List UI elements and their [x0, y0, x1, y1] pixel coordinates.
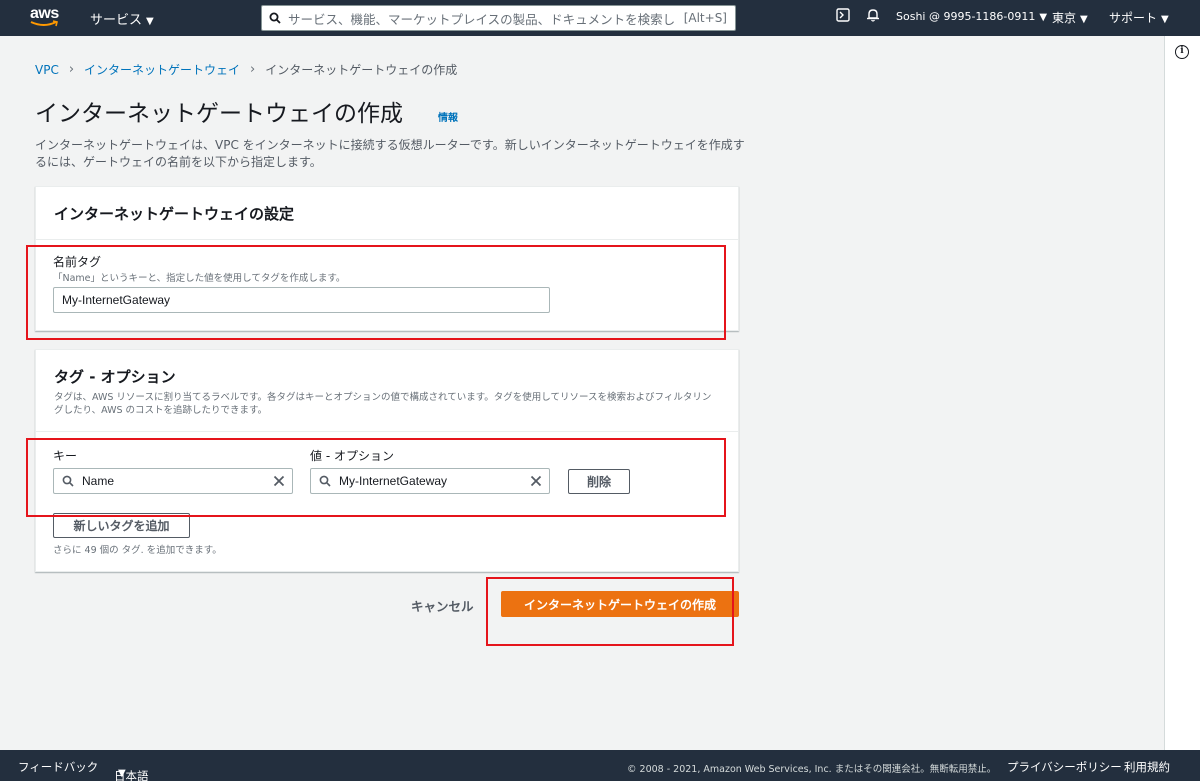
tags-panel: タグ - オプション タグは、AWS リソースに割り当てるラベルです。各タグはキ…	[35, 349, 739, 572]
search-icon	[311, 475, 339, 487]
name-tag-hint: 「Name」というキーと、指定した値を使用してタグを作成します。	[53, 273, 346, 284]
caret-down-icon: ▼	[1161, 14, 1169, 25]
chevron-right-icon: ›	[250, 62, 256, 77]
page-description: インターネットゲートウェイは、VPC をインターネットに接続する仮想ルーターです…	[35, 138, 745, 169]
account-menu[interactable]: Soshi @ 9995-1186-0911 ▼	[896, 10, 1047, 23]
help-panel-rail: i	[1164, 36, 1200, 750]
region-label: 東京	[1052, 11, 1077, 25]
breadcrumb: VPC › インターネットゲートウェイ › インターネットゲートウェイの作成	[35, 61, 457, 78]
search-placeholder: サービス、機能、マーケットプレイスの製品、ドキュメントを検索し	[288, 11, 676, 27]
aws-logo[interactable]: aws	[30, 5, 64, 31]
breadcrumb-internet-gateways[interactable]: インターネットゲートウェイ	[84, 61, 240, 78]
name-tag-label: 名前タグ	[53, 255, 102, 269]
remaining-tags-note: さらに 49 個の タグ. を追加できます。	[53, 545, 222, 556]
tag-key-input[interactable]: Name	[53, 468, 293, 494]
feedback-link[interactable]: フィードバック	[18, 759, 98, 775]
search-icon	[54, 475, 82, 487]
clear-icon[interactable]	[523, 475, 549, 487]
caret-down-icon: ▼	[146, 16, 154, 27]
panel-title: タグ - オプション	[54, 368, 176, 386]
privacy-policy-link[interactable]: プライバシーポリシー	[1007, 759, 1122, 775]
terms-link[interactable]: 利用規約	[1124, 759, 1170, 775]
breadcrumb-current: インターネットゲートウェイの作成	[265, 63, 458, 77]
footer-bar: フィードバック 日本語 ▼ © 2008 - 2021, Amazon Web S…	[0, 750, 1200, 781]
remove-tag-button[interactable]: 削除	[568, 469, 630, 494]
create-gateway-button[interactable]: インターネットゲートウェイの作成	[501, 591, 739, 617]
tag-key-value: Name	[82, 474, 115, 488]
caret-down-icon: ▼	[118, 768, 126, 779]
panel-title: インターネットゲートウェイの設定	[54, 205, 295, 223]
tag-value-input[interactable]: My-InternetGateway	[310, 468, 550, 494]
caret-down-icon: ▼	[1080, 14, 1088, 25]
tag-value-value: My-InternetGateway	[339, 474, 448, 488]
support-label: サポート	[1109, 11, 1158, 25]
services-label: サービス	[90, 13, 143, 28]
top-navigation-bar: aws サービス ▼ サービス、機能、マーケットプレイスの製品、ドキュメントを検索…	[0, 0, 1200, 36]
region-menu[interactable]: 東京 ▼	[1052, 9, 1088, 26]
info-link[interactable]: 情報	[438, 109, 458, 124]
caret-down-icon: ▼	[1039, 12, 1048, 23]
aws-smile-icon	[30, 20, 58, 27]
services-menu[interactable]: サービス ▼	[90, 9, 154, 28]
info-icon[interactable]: i	[1175, 45, 1189, 59]
breadcrumb-vpc[interactable]: VPC	[35, 63, 59, 77]
cloudshell-icon[interactable]	[836, 8, 850, 25]
support-menu[interactable]: サポート ▼	[1109, 9, 1169, 26]
search-shortcut: [Alt+S]	[683, 11, 727, 25]
gateway-settings-panel: インターネットゲートウェイの設定 名前タグ 「Name」というキーと、指定した値…	[35, 186, 739, 331]
search-icon	[262, 12, 288, 24]
cancel-button[interactable]: キャンセル	[411, 596, 474, 615]
clear-icon[interactable]	[266, 475, 292, 487]
panel-header: タグ - オプション タグは、AWS リソースに割り当てるラベルです。各タグはキ…	[36, 350, 738, 432]
tag-key-label: キー	[53, 449, 78, 463]
copyright-text: © 2008 - 2021, Amazon Web Services, Inc.…	[627, 764, 997, 775]
page-title: インターネットゲートウェイの作成	[35, 101, 403, 127]
notifications-bell-icon[interactable]	[866, 8, 880, 25]
account-label: Soshi @ 9995-1186-0911	[896, 10, 1036, 23]
add-tag-button[interactable]: 新しいタグを追加	[53, 513, 190, 538]
panel-header: インターネットゲートウェイの設定	[36, 187, 738, 240]
name-tag-input[interactable]: My-InternetGateway	[53, 287, 550, 313]
global-search[interactable]: サービス、機能、マーケットプレイスの製品、ドキュメントを検索し [Alt+S]	[261, 5, 736, 31]
tag-value-label: 値 - オプション	[310, 449, 394, 463]
tags-description: タグは、AWS リソースに割り当てるラベルです。各タグはキーとオプションの値で構…	[54, 392, 712, 416]
chevron-right-icon: ›	[68, 62, 75, 77]
